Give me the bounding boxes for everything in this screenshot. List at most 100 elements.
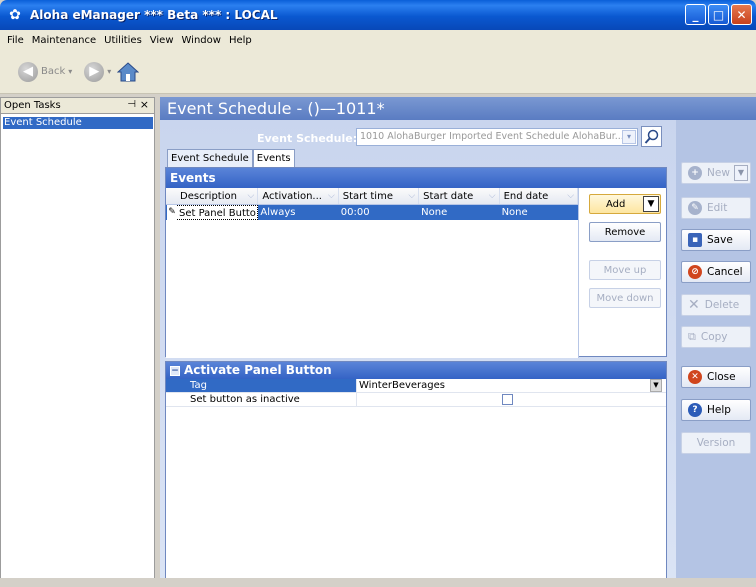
task-item-event-schedule[interactable]: Event Schedule xyxy=(3,117,153,129)
delete-label: Delete xyxy=(704,299,740,311)
menu-bar: File Maintenance Utilities View Window H… xyxy=(0,30,756,50)
add-dropdown-icon[interactable]: ▼ xyxy=(643,196,659,212)
menu-window[interactable]: Window xyxy=(178,35,225,46)
tab-events[interactable]: Events xyxy=(252,149,295,167)
forward-button[interactable]: ▶ ▾ xyxy=(84,61,111,82)
tab-strip: Event Schedule Events xyxy=(167,149,295,167)
remove-button[interactable]: Remove xyxy=(589,222,661,242)
col-description[interactable]: Description ⌵ xyxy=(176,188,259,204)
inactive-checkbox[interactable] xyxy=(502,394,513,405)
copy-icon: ⧉ xyxy=(688,330,696,343)
new-dropdown-icon[interactable]: ▼ xyxy=(734,165,748,181)
add-button[interactable]: Add ▼ xyxy=(589,194,661,214)
content-area: Event Schedule: 1010 AlohaBurger Importe… xyxy=(160,120,676,587)
version-button[interactable]: Version xyxy=(681,432,751,454)
cell-start-time[interactable]: 00:00 xyxy=(339,205,419,220)
property-name: Tag xyxy=(166,379,356,392)
close-window-button[interactable]: ✕ xyxy=(731,4,752,25)
status-strip xyxy=(0,578,756,587)
collapse-icon[interactable]: − xyxy=(170,365,180,376)
sort-icon: ⌵ xyxy=(488,191,496,201)
forward-arrow-icon: ▶ xyxy=(84,61,105,82)
tag-value: WinterBeverages xyxy=(359,380,446,391)
search-icon xyxy=(644,129,658,144)
home-icon[interactable] xyxy=(117,61,140,83)
cell-start-date[interactable]: None xyxy=(419,205,499,220)
menu-maintenance[interactable]: Maintenance xyxy=(28,35,100,46)
cell-activation[interactable]: Always xyxy=(258,205,338,220)
open-tasks-panel: Open Tasks ⊣ × Event Schedule xyxy=(0,97,155,587)
chevron-down-icon[interactable]: ▾ xyxy=(622,130,636,144)
property-row-inactive[interactable]: Set button as inactive xyxy=(166,393,666,407)
properties-header: − Activate Panel Button xyxy=(166,362,666,379)
save-label: Save xyxy=(707,234,733,246)
move-up-button[interactable]: Move up xyxy=(589,260,661,280)
cell-description[interactable]: Set Panel Butto xyxy=(176,205,259,220)
events-header: Events xyxy=(166,168,666,188)
save-icon: ▪ xyxy=(688,233,702,247)
delete-button[interactable]: ✕ Delete xyxy=(681,294,751,316)
close-label: Close xyxy=(707,371,736,383)
edit-icon: ✎ xyxy=(688,201,702,215)
events-grid: Description ⌵ Activation... ⌵ Start time ⌵ … xyxy=(166,188,579,358)
back-button[interactable]: ◀ Back ▾ xyxy=(18,61,72,82)
tag-select[interactable]: WinterBeverages ▼ xyxy=(356,379,666,392)
add-label: Add xyxy=(606,198,626,210)
maximize-button[interactable]: □ xyxy=(708,4,729,25)
cell-end-date[interactable]: None xyxy=(500,205,578,220)
close-button[interactable]: ✕ Close xyxy=(681,366,751,388)
pin-icon[interactable]: ⊣ xyxy=(127,99,136,110)
back-arrow-icon: ◀ xyxy=(18,61,38,82)
sort-icon: ⌵ xyxy=(408,191,416,201)
cancel-label: Cancel xyxy=(707,266,743,278)
properties-title: Activate Panel Button xyxy=(184,363,332,377)
window-controls: _ □ ✕ xyxy=(685,4,752,25)
col-start-time[interactable]: Start time ⌵ xyxy=(339,188,420,204)
search-button[interactable] xyxy=(641,126,662,147)
edit-pencil-icon: ✎ xyxy=(167,205,177,220)
new-button[interactable]: + New ▼ xyxy=(681,162,751,184)
move-down-button[interactable]: Move down xyxy=(589,288,661,308)
col-activation-label: Activation... xyxy=(262,191,322,202)
inactive-value xyxy=(356,393,666,406)
schedule-label: Event Schedule: xyxy=(257,132,358,145)
forward-dropdown-icon[interactable]: ▾ xyxy=(107,67,111,76)
grid-header: Description ⌵ Activation... ⌵ Start time ⌵ … xyxy=(166,188,579,205)
edit-button[interactable]: ✎ Edit xyxy=(681,197,751,219)
copy-button[interactable]: ⧉ Copy xyxy=(681,326,751,348)
back-dropdown-icon[interactable]: ▾ xyxy=(68,67,72,76)
table-row[interactable]: ✎ Set Panel Butto Always 00:00 None None xyxy=(166,205,578,220)
main-area: Event Schedule - ()—1011* Event Schedule… xyxy=(160,97,756,587)
tab-event-schedule[interactable]: Event Schedule xyxy=(167,149,253,167)
sort-icon: ⌵ xyxy=(567,191,575,201)
col-start-date[interactable]: Start date ⌵ xyxy=(419,188,500,204)
save-button[interactable]: ▪ Save xyxy=(681,229,751,251)
menu-view[interactable]: View xyxy=(146,35,178,46)
schedule-select[interactable]: 1010 AlohaBurger Imported Event Schedule… xyxy=(356,128,638,146)
menu-file[interactable]: File xyxy=(3,35,28,46)
menu-help[interactable]: Help xyxy=(225,35,256,46)
toolbar: ◀ Back ▾ ▶ ▾ xyxy=(0,50,756,94)
cancel-button[interactable]: ⊘ Cancel xyxy=(681,261,751,283)
title-bar: ✿ Aloha eManager *** Beta *** : LOCAL _ … xyxy=(0,0,756,30)
events-panel: Events Description ⌵ Activation... ⌵ Start… xyxy=(165,167,667,358)
new-label: New xyxy=(707,167,730,179)
close-panel-icon[interactable]: × xyxy=(140,98,149,111)
col-end-date[interactable]: End date ⌵ xyxy=(500,188,579,204)
property-row-tag[interactable]: Tag WinterBeverages ▼ xyxy=(166,379,666,393)
schedule-select-value: 1010 AlohaBurger Imported Event Schedule… xyxy=(360,131,624,142)
property-name: Set button as inactive xyxy=(190,394,300,405)
help-button[interactable]: ? Help xyxy=(681,399,751,421)
delete-icon: ✕ xyxy=(688,297,700,313)
minimize-button[interactable]: _ xyxy=(685,4,706,25)
page-title: Event Schedule - ()—1011* xyxy=(160,97,756,120)
window-title: Aloha eManager *** Beta *** : LOCAL xyxy=(30,8,278,22)
action-panel: + New ▼ ✎ Edit ▪ Save ⊘ Cancel ✕ Delete … xyxy=(676,120,756,587)
app-icon: ✿ xyxy=(9,7,21,23)
chevron-down-icon[interactable]: ▼ xyxy=(650,379,662,392)
col-end-date-label: End date xyxy=(503,191,549,202)
help-label: Help xyxy=(707,404,731,416)
edit-label: Edit xyxy=(707,202,728,214)
col-activation[interactable]: Activation... ⌵ xyxy=(258,188,339,204)
menu-utilities[interactable]: Utilities xyxy=(100,35,146,46)
